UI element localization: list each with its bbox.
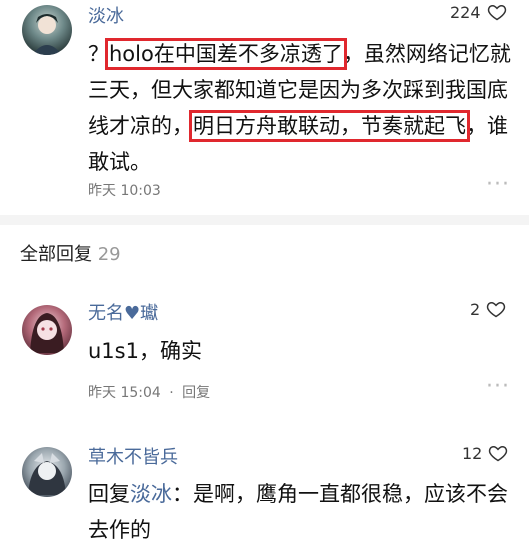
top-comment-like-count: 224 [450, 2, 481, 22]
reply1-username[interactable]: 无名♥瓛 [88, 299, 158, 325]
reply2-like-button[interactable]: 12 [462, 443, 508, 463]
reply1-text: u1s1，确实 [88, 339, 202, 363]
reply2-reply-prefix: 回复 [88, 482, 130, 506]
reply1-meta: 昨天 15:04 · 回复 [88, 382, 210, 402]
reply1-like-count: 2 [470, 299, 481, 319]
comment-prefix: ？ [88, 42, 109, 66]
reply2-username[interactable]: 草木不皆兵 [88, 443, 178, 469]
top-comment-timestamp: 昨天 10:03 [88, 183, 161, 199]
reply2-text: 回复淡冰：是啊，鹰角一直都很稳，应该不会去作的 [88, 476, 508, 548]
reply1-reply-button[interactable]: 回复 [182, 385, 210, 401]
reply1-timestamp: 昨天 15:04 [88, 385, 161, 401]
reply2-reply-target[interactable]: 淡冰 [130, 482, 172, 506]
top-comment-like-button[interactable]: 224 [450, 2, 507, 22]
reply1-username-suffix: ♥瓛 [124, 303, 159, 324]
avatar[interactable] [22, 447, 72, 497]
replies-count: 29 [97, 244, 121, 265]
replies-section-header: 全部回复 29 [20, 240, 121, 266]
reply1-like-button[interactable]: 2 [470, 299, 506, 319]
reply2-like-count: 12 [462, 443, 483, 463]
top-comment-username[interactable]: 淡冰 [88, 2, 124, 28]
reply1-username-name: 无名 [88, 303, 124, 324]
replies-title: 全部回复 [20, 244, 92, 265]
more-icon[interactable]: ··· [486, 376, 510, 398]
heart-icon [489, 445, 508, 462]
avatar-art-icon [28, 453, 66, 495]
top-comment-text: ？holo在中国差不多凉透了，虽然网络记忆就三天，但大家都知道它是因为多次踩到我… [88, 36, 520, 180]
avatar-art-icon [30, 313, 64, 353]
avatar[interactable] [22, 5, 72, 55]
heart-icon [487, 4, 506, 21]
more-icon[interactable]: ··· [486, 174, 510, 196]
heart-icon [487, 301, 506, 318]
highlight-holo: holo在中国差不多凉透了 [105, 38, 347, 70]
avatar[interactable] [22, 305, 72, 355]
reply1-separator: · [169, 385, 174, 401]
reply2-reply-colon: ： [172, 482, 193, 506]
avatar-art-icon [32, 14, 62, 55]
highlight-arknights: 明日方舟敢联动，节奏就起飞 [189, 110, 470, 142]
section-divider [0, 215, 529, 225]
